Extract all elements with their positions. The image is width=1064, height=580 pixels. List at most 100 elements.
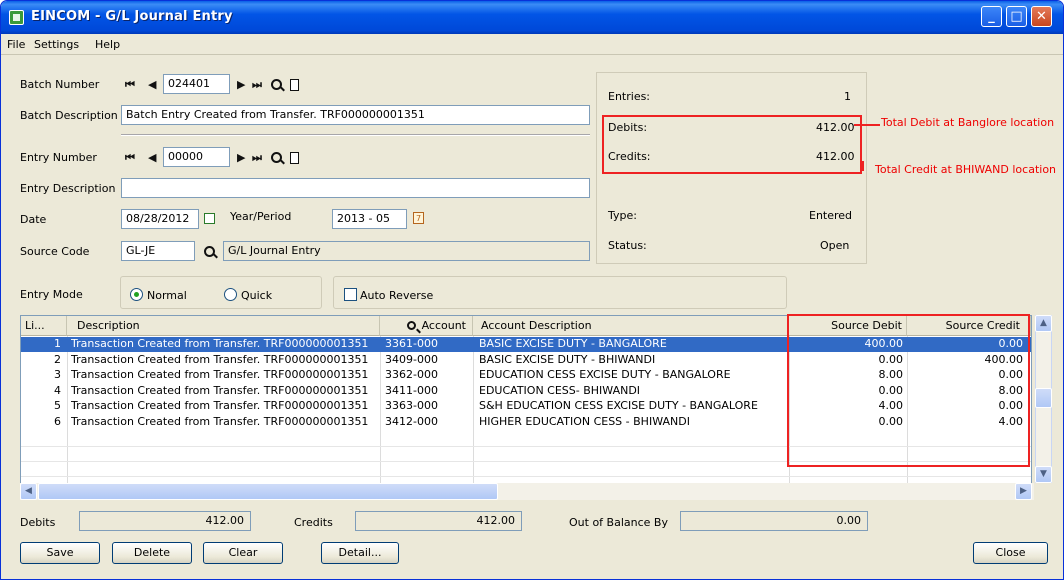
menu-file[interactable]: File bbox=[7, 38, 25, 51]
batch-number-field[interactable]: 024401 bbox=[163, 74, 230, 94]
out-of-balance-label: Out of Balance By bbox=[569, 516, 668, 529]
entry-description-field[interactable] bbox=[121, 178, 590, 198]
col-header-line[interactable]: Li... bbox=[21, 316, 67, 336]
next-batch-icon[interactable]: ▶ bbox=[237, 78, 245, 91]
table-cell[interactable]: Transaction Created from Transfer. TRF00… bbox=[71, 353, 379, 368]
col-header-account[interactable]: Account bbox=[380, 316, 473, 336]
table-cell[interactable]: 6 bbox=[21, 415, 65, 430]
scroll-down-button[interactable]: ▼ bbox=[1035, 466, 1052, 483]
debit-annotation-line bbox=[854, 124, 880, 126]
menu-help[interactable]: Help bbox=[95, 38, 120, 51]
entry-mode-label: Entry Mode bbox=[20, 288, 83, 301]
table-cell[interactable]: EDUCATION CESS EXCISE DUTY - BANGALORE bbox=[479, 368, 787, 383]
close-button[interactable]: Close bbox=[973, 542, 1048, 564]
last-entry-icon[interactable]: ⏭ bbox=[252, 151, 262, 165]
detail-button[interactable]: Detail... bbox=[321, 542, 399, 564]
credit-annotation-line bbox=[862, 161, 864, 171]
source-code-field[interactable]: GL-JE bbox=[121, 241, 195, 261]
totals-credits-label: Credits bbox=[294, 516, 333, 529]
first-batch-icon[interactable]: ⏮ bbox=[125, 78, 135, 92]
table-cell[interactable]: Transaction Created from Transfer. TRF00… bbox=[71, 337, 379, 352]
table-cell[interactable]: Transaction Created from Transfer. TRF00… bbox=[71, 384, 379, 399]
separator bbox=[121, 134, 590, 136]
normal-radio-label[interactable]: Normal bbox=[147, 289, 187, 302]
delete-button[interactable]: Delete bbox=[112, 542, 192, 564]
scroll-thumb[interactable] bbox=[1035, 388, 1052, 408]
scroll-right-button[interactable]: ▶ bbox=[1015, 483, 1032, 500]
totals-debits-label: Debits bbox=[20, 516, 56, 529]
table-cell[interactable]: BASIC EXCISE DUTY - BANGALORE bbox=[479, 337, 787, 352]
totals-credits-field: 412.00 bbox=[355, 511, 522, 531]
table-cell[interactable]: BASIC EXCISE DUTY - BHIWANDI bbox=[479, 353, 787, 368]
auto-reverse-checkbox[interactable] bbox=[344, 288, 357, 301]
table-cell[interactable]: 3412-000 bbox=[385, 415, 471, 430]
entry-number-field[interactable]: 00000 bbox=[163, 147, 230, 167]
last-batch-icon[interactable]: ⏭ bbox=[252, 78, 262, 92]
table-cell[interactable]: Transaction Created from Transfer. TRF00… bbox=[71, 415, 379, 430]
status-label: Status: bbox=[608, 239, 647, 252]
window-title: EINCOM - G/L Journal Entry bbox=[31, 9, 233, 24]
title-bar[interactable]: EINCOM - G/L Journal Entry _ □ ✕ bbox=[1, 1, 1063, 34]
normal-radio[interactable] bbox=[130, 288, 143, 301]
auto-reverse-label[interactable]: Auto Reverse bbox=[360, 289, 433, 302]
date-field[interactable]: 08/28/2012 bbox=[121, 209, 199, 229]
batch-description-field[interactable]: Batch Entry Created from Transfer. TRF00… bbox=[121, 105, 590, 125]
quick-radio-label[interactable]: Quick bbox=[241, 289, 272, 302]
status-value: Open bbox=[820, 239, 850, 252]
horizontal-scroll-thumb[interactable] bbox=[38, 483, 498, 500]
table-cell[interactable]: 3411-000 bbox=[385, 384, 471, 399]
next-entry-icon[interactable]: ▶ bbox=[237, 151, 245, 164]
scroll-up-button[interactable]: ▲ bbox=[1035, 315, 1052, 332]
out-of-balance-field: 0.00 bbox=[680, 511, 868, 531]
source-description-field: G/L Journal Entry bbox=[223, 241, 590, 261]
maximize-button[interactable]: □ bbox=[1006, 6, 1027, 27]
clear-button[interactable]: Clear bbox=[203, 542, 283, 564]
type-label: Type: bbox=[608, 209, 637, 222]
year-period-field[interactable]: 2013 - 05 bbox=[332, 209, 407, 229]
calendar-icon[interactable] bbox=[204, 213, 215, 224]
prev-entry-icon[interactable]: ◀ bbox=[148, 151, 156, 164]
app-icon bbox=[9, 10, 24, 25]
table-cell[interactable]: Transaction Created from Transfer. TRF00… bbox=[71, 399, 379, 414]
totals-debits-field: 412.00 bbox=[79, 511, 251, 531]
scroll-left-button[interactable]: ◀ bbox=[20, 483, 37, 500]
prev-batch-icon[interactable]: ◀ bbox=[148, 78, 156, 91]
table-cell[interactable]: 5 bbox=[21, 399, 65, 414]
minimize-button[interactable]: _ bbox=[981, 6, 1002, 27]
account-search-icon[interactable] bbox=[406, 321, 416, 330]
new-entry-icon[interactable] bbox=[290, 152, 299, 164]
first-entry-icon[interactable]: ⏮ bbox=[125, 151, 135, 165]
table-cell[interactable]: S&H EDUCATION CESS EXCISE DUTY - BANGALO… bbox=[479, 399, 787, 414]
table-cell[interactable]: 3361-000 bbox=[385, 337, 471, 352]
save-button[interactable]: Save bbox=[20, 542, 100, 564]
table-cell[interactable]: 2 bbox=[21, 353, 65, 368]
date-label: Date bbox=[20, 213, 47, 226]
entry-search-icon[interactable] bbox=[271, 152, 282, 163]
source-search-icon[interactable] bbox=[204, 246, 215, 257]
table-cell[interactable]: Transaction Created from Transfer. TRF00… bbox=[71, 368, 379, 383]
period-calendar-icon[interactable]: 7 bbox=[413, 212, 424, 224]
debit-annotation: Total Debit at Banglore location bbox=[881, 116, 1055, 129]
table-cell[interactable]: 4 bbox=[21, 384, 65, 399]
totals-highlight-box bbox=[602, 115, 862, 174]
table-cell[interactable]: 1 bbox=[21, 337, 65, 352]
grid-line bbox=[21, 476, 1031, 477]
entry-number-label: Entry Number bbox=[20, 151, 97, 164]
quick-radio[interactable] bbox=[224, 288, 237, 301]
table-cell[interactable]: 3409-000 bbox=[385, 353, 471, 368]
vertical-scrollbar[interactable]: ▲ ▼ bbox=[1035, 315, 1052, 483]
credit-annotation: Total Credit at BHIWAND location bbox=[875, 163, 1057, 176]
entries-value: 1 bbox=[844, 90, 851, 103]
batch-search-icon[interactable] bbox=[271, 79, 282, 90]
table-cell[interactable]: 3362-000 bbox=[385, 368, 471, 383]
col-header-account-description[interactable]: Account Description bbox=[473, 316, 789, 336]
menu-settings[interactable]: Settings bbox=[34, 38, 79, 51]
table-cell[interactable]: HIGHER EDUCATION CESS - BHIWANDI bbox=[479, 415, 787, 430]
col-header-description[interactable]: Description bbox=[67, 316, 380, 336]
new-batch-icon[interactable] bbox=[290, 79, 299, 91]
horizontal-scrollbar[interactable]: ◀ ▶ bbox=[20, 483, 1034, 500]
table-cell[interactable]: EDUCATION CESS- BHIWANDI bbox=[479, 384, 787, 399]
table-cell[interactable]: 3 bbox=[21, 368, 65, 383]
table-cell[interactable]: 3363-000 bbox=[385, 399, 471, 414]
close-window-button[interactable]: ✕ bbox=[1031, 6, 1052, 27]
